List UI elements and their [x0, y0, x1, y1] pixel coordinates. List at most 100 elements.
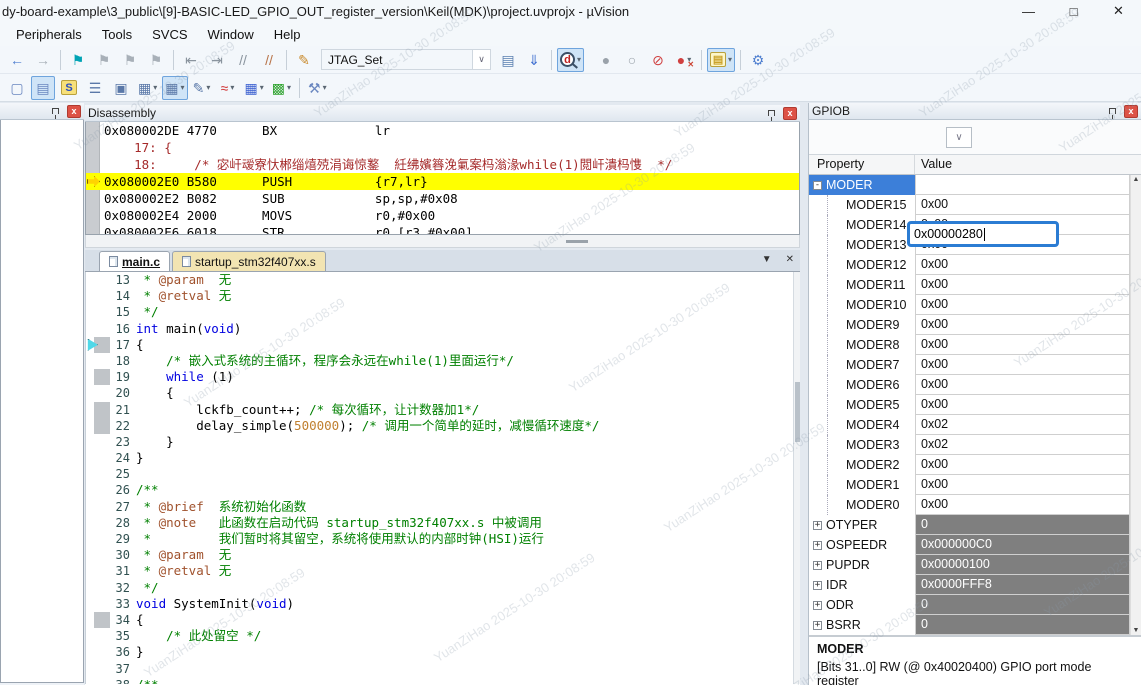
serial-window-button[interactable]: ✎▾	[190, 76, 214, 100]
editor-gutter[interactable]	[86, 272, 110, 288]
find-in-files-button[interactable]: ▤	[496, 48, 520, 72]
register-row-OTYPER[interactable]: +OTYPER0	[809, 515, 1141, 535]
register-row-MODER10[interactable]: MODER100x00	[809, 295, 1141, 315]
close-icon[interactable]: x	[783, 107, 797, 120]
expand-icon[interactable]: +	[813, 541, 822, 550]
register-value[interactable]	[915, 175, 1130, 195]
menu-window[interactable]: Window	[198, 24, 264, 45]
register-row-ODR[interactable]: +ODR0	[809, 595, 1141, 615]
pin-icon[interactable]	[52, 108, 59, 114]
editor-gutter[interactable]	[86, 499, 110, 515]
dropdown-arrow-icon[interactable]: ▾	[287, 83, 291, 92]
scroll-down-icon[interactable]: ▼	[1131, 627, 1141, 634]
editor-gutter[interactable]	[86, 596, 110, 612]
trace-window-button[interactable]: ≈▾	[216, 76, 240, 100]
editor-gutter[interactable]	[86, 304, 110, 320]
editor-gutter[interactable]	[86, 369, 110, 385]
insert-breakpoint-button[interactable]: ●	[594, 48, 618, 72]
register-row-MODER6[interactable]: MODER60x00	[809, 375, 1141, 395]
editor-gutter[interactable]	[86, 515, 110, 531]
close-button[interactable]: ✕	[1096, 0, 1141, 22]
register-filter-combobox[interactable]: ∨	[946, 127, 972, 148]
dropdown-arrow-icon[interactable]: ▾	[728, 55, 732, 64]
editor-gutter[interactable]	[86, 434, 110, 450]
register-value[interactable]: 0x02	[915, 435, 1130, 455]
toggle-bookmark-button[interactable]: ⚑	[66, 48, 90, 72]
editor-gutter[interactable]	[86, 531, 110, 547]
editor-gutter[interactable]	[86, 418, 110, 434]
run-to-line-button[interactable]: ⇓	[522, 48, 546, 72]
command-window-button[interactable]: ▢	[5, 76, 29, 100]
editor-gutter[interactable]	[86, 677, 110, 684]
dropdown-arrow-icon[interactable]: ▾	[180, 83, 184, 92]
minimize-button[interactable]: —	[1006, 0, 1051, 22]
call-stack-window-button[interactable]: ▣	[109, 76, 133, 100]
register-row-MODER11[interactable]: MODER110x00	[809, 275, 1141, 295]
outdent-button[interactable]: ⇤	[179, 48, 203, 72]
menu-svcs[interactable]: SVCS	[142, 24, 197, 45]
register-value[interactable]: 0x00	[915, 355, 1130, 375]
register-value[interactable]: 0x00	[915, 335, 1130, 355]
editor-gutter[interactable]	[86, 661, 110, 677]
register-table-scrollbar[interactable]: ▲ ▼	[1130, 175, 1141, 635]
clear-bookmarks-button[interactable]: ⚑	[144, 48, 168, 72]
register-value[interactable]: 0x00	[915, 375, 1130, 395]
debug-toolbox-button[interactable]: ⚒▾	[305, 76, 330, 100]
menu-peripherals[interactable]: Peripherals	[6, 24, 92, 45]
disable-all-breakpoints-button[interactable]: ⊘	[646, 48, 670, 72]
select-target-combobox[interactable]: JTAG_Set∨	[321, 49, 491, 70]
dropdown-arrow-icon[interactable]: ▾	[260, 83, 264, 92]
register-row-BSRR[interactable]: +BSRR0	[809, 615, 1141, 635]
menu-tools[interactable]: Tools	[92, 24, 142, 45]
editor-gutter[interactable]	[86, 580, 110, 596]
maximize-button[interactable]: □	[1051, 0, 1096, 22]
register-value-input[interactable]: 0x00000280	[907, 221, 1059, 247]
editor-gutter[interactable]	[86, 547, 110, 563]
dropdown-arrow-icon[interactable]: ▾	[153, 83, 157, 92]
register-value[interactable]: 0x00	[915, 295, 1130, 315]
register-value[interactable]: 0	[915, 615, 1130, 635]
registers-window-button[interactable]: ☰	[83, 76, 107, 100]
register-value[interactable]: 0	[915, 595, 1130, 615]
tab-main.c[interactable]: main.c	[99, 251, 170, 271]
register-value[interactable]: 0x00	[915, 475, 1130, 495]
register-value[interactable]: 0x00	[915, 195, 1130, 215]
nav-back-button[interactable]: ←	[5, 48, 29, 72]
collapse-icon[interactable]: -	[813, 181, 822, 190]
editor-gutter[interactable]	[86, 612, 110, 628]
register-row-IDR[interactable]: +IDR0x0000FFF8	[809, 575, 1141, 595]
register-row-MODER8[interactable]: MODER80x00	[809, 335, 1141, 355]
expand-icon[interactable]: +	[813, 561, 822, 570]
system-viewer-button[interactable]: ▤▾	[707, 48, 735, 72]
scroll-up-icon[interactable]: ▲	[1131, 176, 1141, 183]
expand-icon[interactable]: +	[813, 521, 822, 530]
dropdown-arrow-icon[interactable]: ▾	[577, 55, 581, 64]
dropdown-arrow-icon[interactable]: ▾	[206, 83, 210, 92]
disassembly-code-area[interactable]: 0x080002DE 4770 BX lr 17: { 18: /* 宓屽叆寮忕…	[85, 122, 800, 235]
register-row-MODER5[interactable]: MODER50x00	[809, 395, 1141, 415]
logic-analyzer-window-button[interactable]: ▩▾	[269, 76, 294, 100]
menu-help[interactable]: Help	[264, 24, 311, 45]
register-row-MODER9[interactable]: MODER90x00	[809, 315, 1141, 335]
start-stop-debug-session-button[interactable]: d▾	[557, 48, 584, 72]
pin-icon[interactable]	[768, 110, 775, 116]
editor-vscrollbar[interactable]	[793, 272, 800, 684]
editor-gutter[interactable]	[86, 353, 110, 369]
indent-button[interactable]: ⇥	[205, 48, 229, 72]
register-row-MODER4[interactable]: MODER40x02	[809, 415, 1141, 435]
tab-list-icon[interactable]: ▼	[762, 254, 772, 265]
expand-icon[interactable]: +	[813, 581, 822, 590]
close-icon[interactable]: x	[67, 105, 81, 118]
enable-breakpoint-button[interactable]: ○	[620, 48, 644, 72]
register-row-MODER7[interactable]: MODER70x00	[809, 355, 1141, 375]
expand-icon[interactable]: +	[813, 621, 822, 630]
tab-startup_stm32f407xx.s[interactable]: startup_stm32f407xx.s	[172, 251, 326, 271]
register-row-MODER0[interactable]: MODER00x00	[809, 495, 1141, 515]
register-value[interactable]: 0x00	[915, 395, 1130, 415]
editor-gutter[interactable]	[86, 563, 110, 579]
register-row-OSPEEDR[interactable]: +OSPEEDR0x000000C0	[809, 535, 1141, 555]
register-value[interactable]: 0x00000100	[915, 555, 1130, 575]
editor-gutter[interactable]	[86, 402, 110, 418]
left-dock-body[interactable]	[0, 120, 84, 683]
nav-forward-button[interactable]: →	[31, 48, 55, 72]
